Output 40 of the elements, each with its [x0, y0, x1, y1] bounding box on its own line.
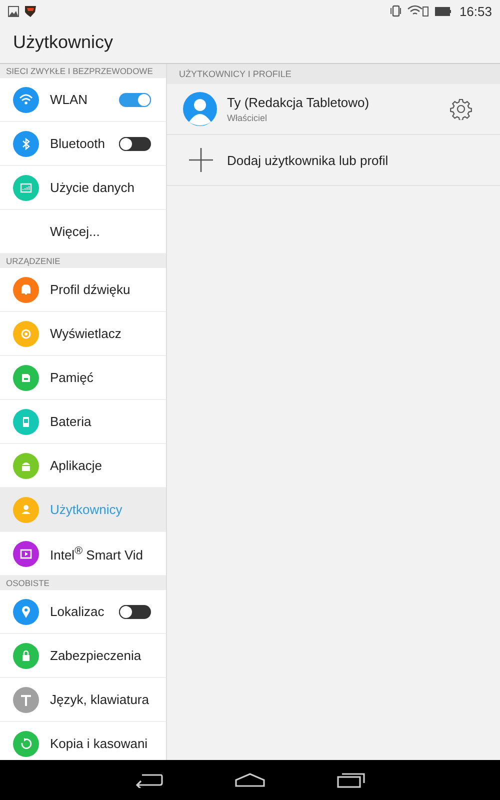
item-label: Wyświetlacz: [50, 326, 122, 341]
recent-apps-icon[interactable]: [337, 772, 365, 788]
settings-icon[interactable]: [450, 98, 472, 120]
clock: 16:53: [459, 4, 492, 18]
item-label: Więcej...: [50, 224, 101, 239]
plus-icon: [189, 148, 213, 172]
item-label: Użytkownicy: [50, 502, 124, 517]
item-label: WLAN: [50, 92, 89, 107]
toggle-switch[interactable]: [119, 136, 151, 150]
item-label: Pamięć: [50, 370, 94, 385]
item-label: Język, klawiatura: [50, 692, 150, 707]
page-title: Użytkownicy: [13, 32, 114, 53]
avatar-icon: [183, 92, 217, 126]
user-row[interactable]: Ty (Redakcja Tabletowo) Właściciel: [167, 84, 500, 135]
user-role: Właściciel: [227, 113, 268, 123]
section-header: OSOBISTE: [0, 576, 166, 590]
item-label: Aplikacje: [50, 458, 104, 473]
add-user-label: Dodaj użytkownika lub profil: [227, 152, 388, 168]
item-label: Użycie danych: [50, 180, 136, 195]
item-label: Intel$^{®}$ Smart Vid: [50, 544, 144, 562]
battery-icon: [435, 6, 452, 16]
shield-icon: [25, 5, 36, 17]
section-header: SIECI ZWYKŁE I BEZPRZEWODOWE: [0, 64, 166, 78]
section-header: UŻYTKOWNICY I PROFILE: [167, 64, 500, 84]
item-label: Lokalizac: [50, 604, 106, 619]
item-label: Bluetooth: [50, 136, 106, 151]
item-label: Zabezpieczenia: [50, 648, 142, 663]
add-user-row[interactable]: Dodaj użytkownika lub profil: [167, 135, 500, 186]
user-name: Ty (Redakcja Tabletowo): [227, 95, 370, 110]
image-icon: [8, 6, 19, 16]
section-header: URZĄDZENIE: [0, 254, 166, 268]
home-icon[interactable]: [235, 773, 265, 787]
wifi-icon: [407, 5, 430, 17]
item-label: Bateria: [50, 414, 92, 429]
back-icon[interactable]: [135, 772, 163, 788]
item-label: Kopia i kasowani: [50, 736, 149, 751]
toggle-switch[interactable]: [119, 92, 151, 106]
item-label: Profil dźwięku: [50, 282, 132, 297]
toggle-switch[interactable]: [119, 604, 151, 618]
vibrate-icon: [390, 5, 402, 17]
